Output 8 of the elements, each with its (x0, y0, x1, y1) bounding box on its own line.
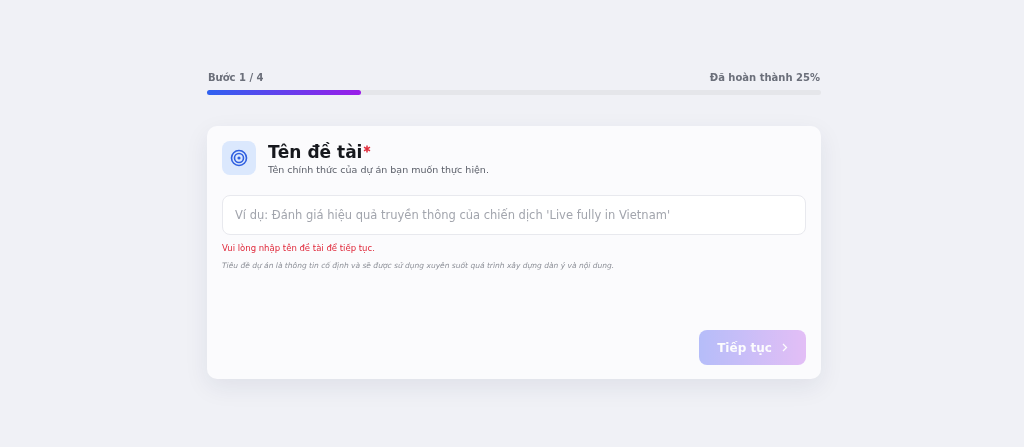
target-icon (222, 141, 256, 175)
field-subtitle: Tên chính thức của dự án bạn muốn thực hiện. (268, 164, 489, 175)
title-input-field[interactable]: Ví dụ: Đánh giá hiệu quả truyền thông của chiến dịch 'Live fully in Vietnam' (222, 195, 806, 235)
error-message: Vui lòng nhập tên đề tài để tiếp tục. (222, 243, 376, 253)
chevron-right-icon (781, 343, 788, 352)
step-label: Bước 1 / 4 (208, 72, 264, 83)
field-title: Tên đề tài (268, 142, 363, 162)
completion-label: Đã hoàn thành 25% (709, 72, 820, 83)
